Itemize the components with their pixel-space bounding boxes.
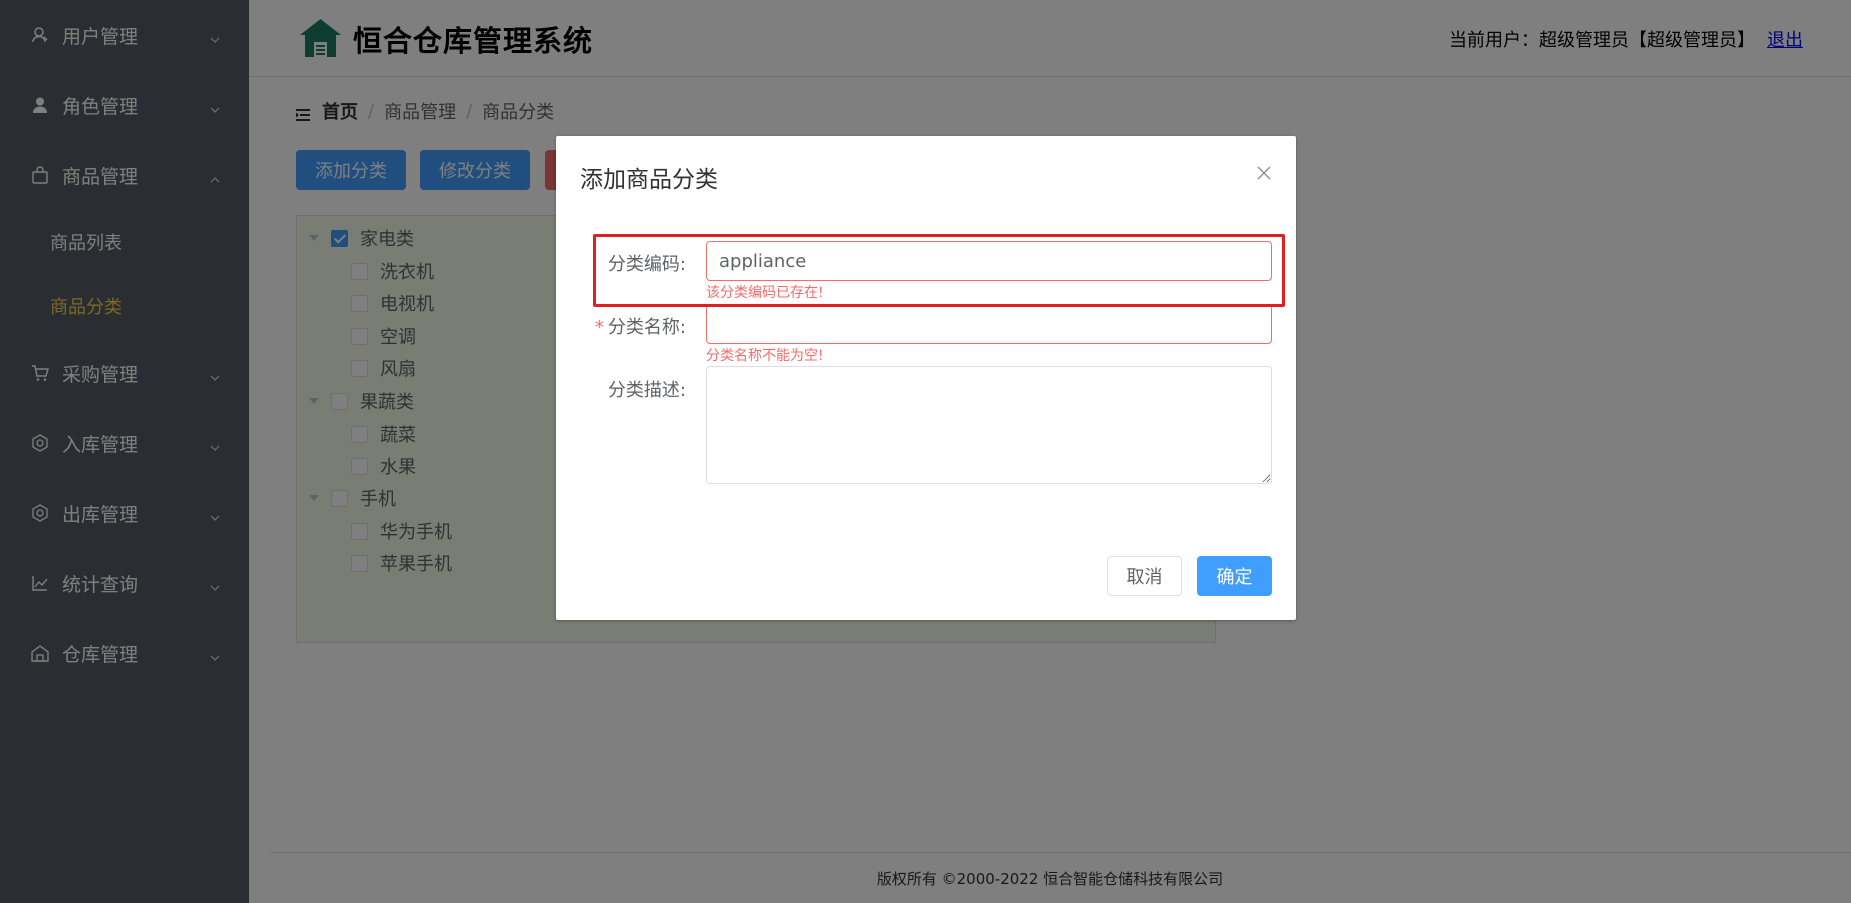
category-code-label: 分类编码: — [607, 254, 686, 275]
category-code-input[interactable] — [706, 241, 1272, 281]
cancel-button[interactable]: 取消 — [1107, 556, 1182, 596]
category-desc-label: 分类描述: — [607, 380, 686, 401]
category-name-label: * 分类名称: — [594, 317, 686, 338]
category-name-error: 分类名称不能为空! — [706, 348, 824, 364]
add-category-dialog: 添加商品分类 分类编码: 该分类编码已存在! *分类名称: 分类名称不能为空! … — [556, 136, 1296, 620]
category-name-input[interactable] — [706, 304, 1272, 344]
required-star: * — [594, 317, 604, 338]
dialog-title: 添加商品分类 — [580, 167, 718, 193]
confirm-button[interactable]: 确定 — [1197, 556, 1272, 596]
category-desc-textarea[interactable] — [706, 366, 1272, 484]
close-icon[interactable] — [1256, 165, 1272, 181]
category-code-error: 该分类编码已存在! — [706, 285, 824, 301]
